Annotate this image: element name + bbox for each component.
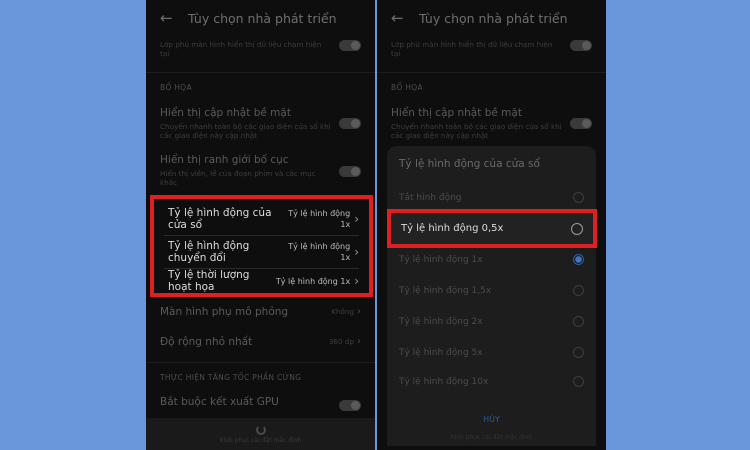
transition-animation-scale-item[interactable]: Tỷ lệ hình động chuyển đổi Tỷ lệ hình độ…: [168, 236, 359, 268]
chevron-right-icon: ›: [354, 274, 359, 288]
option-label: Tỷ lệ hình động 0,5x: [401, 223, 504, 234]
divider: [146, 72, 375, 73]
simulate-display-value: Không: [331, 307, 354, 316]
chevron-right-icon: ›: [354, 212, 359, 226]
simulate-display-item[interactable]: Màn hình phụ mô phỏng Không ›: [160, 306, 361, 318]
dialog-footer-text: Khôi phục cài đặt mặc định: [450, 434, 533, 441]
touch-overlay-toggle[interactable]: [570, 40, 592, 51]
show-layout-toggle[interactable]: [339, 166, 361, 177]
force-gpu-toggle[interactable]: [339, 400, 361, 411]
chevron-right-icon: ›: [354, 245, 359, 259]
show-surface-updates-item[interactable]: Hiển thị cập nhật bề mặt Chuyển nhanh to…: [391, 107, 562, 140]
option-label: Tắt hình động: [399, 192, 462, 203]
window-animation-scale-item[interactable]: Tỷ lệ hình động của cửa sổ Tỷ lệ hình độ…: [168, 203, 359, 235]
show-layout-sub: Hiển thị viền, lề của đoạn phim và các m…: [160, 169, 316, 187]
touch-overlay-item[interactable]: Lớp phủ màn hình hiển thị dữ liệu chạm h…: [391, 40, 562, 58]
option-label: Tỷ lệ hình động 2x: [399, 316, 483, 327]
back-arrow-icon[interactable]: ←: [377, 9, 407, 27]
min-width-item[interactable]: Độ rộng nhỏ nhất 360 dp ›: [160, 336, 361, 348]
touch-overlay-sub: Lớp phủ màn hình hiển thị dữ liệu chạm h…: [160, 40, 322, 58]
dialog-option-5[interactable]: Tỷ lệ hình động 5x: [399, 347, 584, 358]
show-layout-bounds-item[interactable]: Hiển thị ranh giới bố cục Hiển thị viền,…: [160, 154, 331, 187]
app-bar: ← Tùy chọn nhà phát triển: [377, 0, 606, 36]
animator-duration-scale-item[interactable]: Tỷ lệ thời lượng hoạt họa Tỷ lệ hình độn…: [168, 269, 359, 293]
option-label: Tỷ lệ hình động 10x: [399, 376, 489, 387]
dialog-title: Tỷ lệ hình động của cửa sổ: [399, 158, 540, 170]
dialog-option-0[interactable]: Tắt hình động: [399, 192, 584, 203]
radio-button-icon[interactable]: [573, 376, 584, 387]
min-width-value: 360 dp: [328, 337, 354, 346]
animator-duration-scale-value: Tỷ lệ hình động 1x: [275, 276, 351, 286]
show-surface-toggle[interactable]: [339, 118, 361, 129]
show-layout-title: Hiển thị ranh giới bố cục: [160, 154, 289, 166]
dialog-option-2[interactable]: Tỷ lệ hình động 1x: [399, 254, 584, 265]
force-gpu-title: Bắt buộc kết xuất GPU: [160, 396, 279, 408]
animator-duration-scale-title: Tỷ lệ thời lượng hoạt họa: [168, 269, 250, 293]
option-label: Tỷ lệ hình động 1x: [399, 254, 483, 265]
show-surface-toggle[interactable]: [570, 118, 592, 129]
radio-button-icon[interactable]: [571, 222, 583, 235]
reset-icon: [255, 424, 266, 435]
reset-defaults-text: Khôi phục cài đặt mặc định: [219, 436, 302, 444]
option-label: Tỷ lệ hình động 5x: [399, 347, 483, 358]
reset-defaults-bar[interactable]: Khôi phục cài đặt mặc định: [146, 418, 375, 450]
radio-button-icon[interactable]: [573, 316, 584, 327]
highlight-box-animation-scales: Tỷ lệ hình động của cửa sổ Tỷ lệ hình độ…: [150, 195, 373, 297]
divider: [377, 72, 606, 73]
show-surface-updates-item[interactable]: Hiển thị cập nhật bề mặt Chuyển nhanh to…: [160, 107, 331, 140]
section-label-drawing: BỐ HỌA: [391, 83, 423, 92]
radio-button-icon[interactable]: [573, 192, 584, 203]
section-label-drawing: BỐ HỌA: [160, 83, 192, 92]
app-bar: ← Tùy chọn nhà phát triển: [146, 0, 375, 36]
back-arrow-icon[interactable]: ←: [146, 9, 176, 27]
force-gpu-item[interactable]: Bắt buộc kết xuất GPU: [160, 396, 331, 408]
radio-button-checked-icon[interactable]: [573, 254, 584, 265]
section-label-hw-accel: THỰC HIỆN TĂNG TỐC PHẦN CỨNG: [160, 373, 302, 382]
dialog-option-4[interactable]: Tỷ lệ hình động 2x: [399, 316, 584, 327]
show-surface-sub: Chuyển nhanh toàn bộ các giao diện cửa s…: [391, 122, 562, 140]
transition-animation-scale-value: Tỷ lệ hình động 1x: [288, 242, 351, 262]
dialog-option-3[interactable]: Tỷ lệ hình động 1,5x: [399, 285, 584, 296]
page-title: Tùy chọn nhà phát triển: [419, 10, 568, 26]
radio-button-icon[interactable]: [573, 347, 584, 358]
chevron-right-icon: ›: [357, 306, 361, 317]
touch-overlay-toggle[interactable]: [339, 40, 361, 51]
show-surface-title: Hiển thị cập nhật bề mặt: [160, 107, 291, 119]
window-animation-scale-value: Tỷ lệ hình động 1x: [288, 209, 351, 229]
show-surface-sub: Chuyển nhanh toàn bộ các giao diện cửa s…: [160, 122, 331, 140]
option-label: Tỷ lệ hình động 1,5x: [399, 285, 492, 296]
divider: [146, 362, 375, 363]
show-surface-title: Hiển thị cập nhật bề mặt: [391, 107, 522, 119]
touch-overlay-item[interactable]: Lớp phủ màn hình hiển thị dữ liệu chạm h…: [160, 40, 331, 58]
cancel-button[interactable]: HỦY: [387, 415, 596, 424]
dialog-option-6[interactable]: Tỷ lệ hình động 10x: [399, 376, 584, 387]
chevron-right-icon: ›: [357, 336, 361, 347]
page-title: Tùy chọn nhà phát triển: [188, 10, 337, 26]
dialog-option-1-highlighted[interactable]: Tỷ lệ hình động 0,5x: [387, 209, 597, 248]
transition-animation-scale-title: Tỷ lệ hình động chuyển đổi: [168, 240, 250, 264]
animation-scale-dialog: Tỷ lệ hình động của cửa sổ Tắt hình động…: [387, 146, 596, 446]
radio-button-icon[interactable]: [573, 285, 584, 296]
window-animation-scale-title: Tỷ lệ hình động của cửa sổ: [168, 207, 272, 231]
touch-overlay-sub: Lớp phủ màn hình hiển thị dữ liệu chạm h…: [391, 40, 553, 58]
